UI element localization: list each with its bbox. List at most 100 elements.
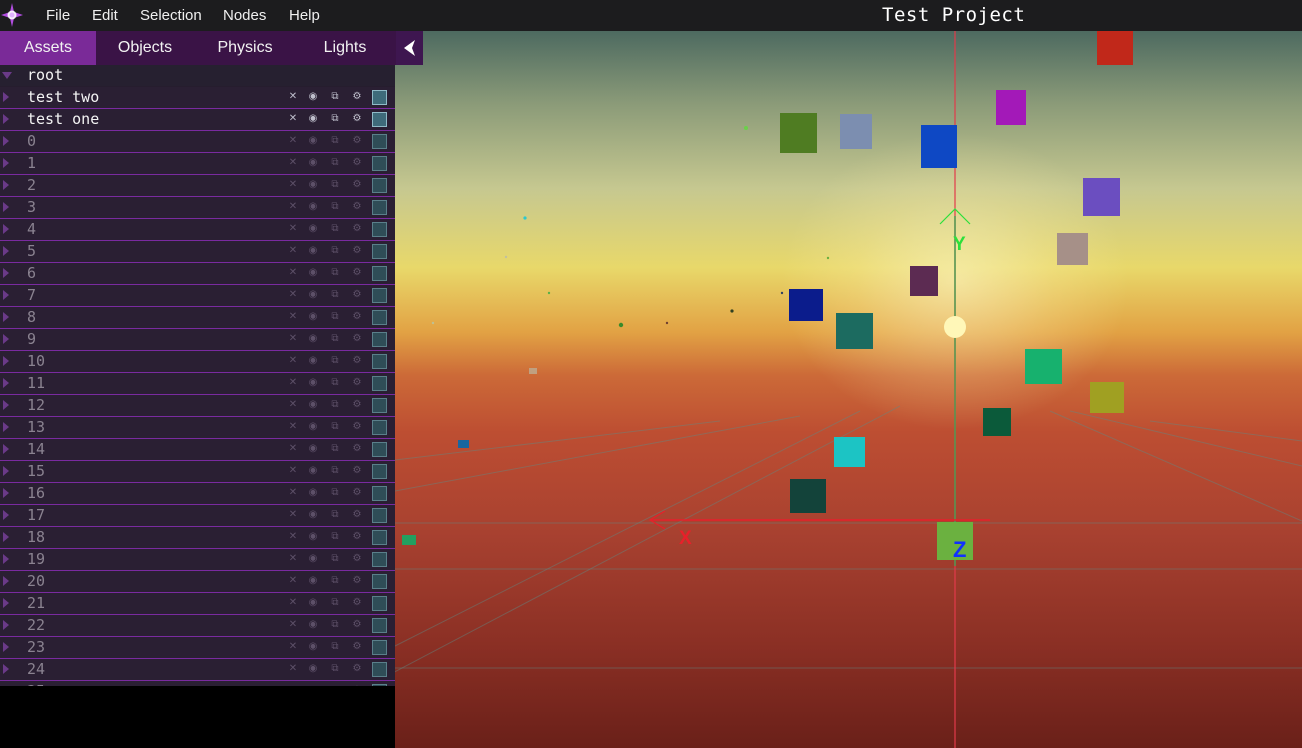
settings-gear-icon[interactable]: ⚙	[351, 333, 363, 345]
select-checkbox[interactable]	[372, 420, 387, 435]
tree-node-label[interactable]: 6	[27, 264, 36, 282]
select-checkbox[interactable]	[372, 90, 387, 105]
tree-node-label[interactable]: 12	[27, 396, 45, 414]
duplicate-icon[interactable]: ⧉	[329, 377, 341, 389]
cube[interactable]	[836, 313, 873, 349]
duplicate-icon[interactable]: ⧉	[329, 245, 341, 257]
settings-gear-icon[interactable]: ⚙	[351, 157, 363, 169]
delete-icon[interactable]: ✕	[287, 355, 299, 367]
tab-objects[interactable]: Objects	[96, 31, 194, 65]
expand-right-icon[interactable]	[3, 422, 9, 432]
duplicate-icon[interactable]: ⧉	[329, 355, 341, 367]
cube[interactable]	[921, 125, 957, 168]
delete-icon[interactable]: ✕	[287, 201, 299, 213]
select-checkbox[interactable]	[372, 530, 387, 545]
sun-light[interactable]	[944, 316, 966, 338]
delete-icon[interactable]: ✕	[287, 289, 299, 301]
tree-node[interactable]: 12 ✕ ◉ ⧉ ⚙	[0, 395, 395, 417]
visibility-eye-icon[interactable]: ◉	[307, 267, 319, 279]
cube[interactable]	[983, 408, 1011, 436]
tree-node[interactable]: 5 ✕ ◉ ⧉ ⚙	[0, 241, 395, 263]
tree-node[interactable]: 3 ✕ ◉ ⧉ ⚙	[0, 197, 395, 219]
expand-right-icon[interactable]	[3, 202, 9, 212]
expand-right-icon[interactable]	[3, 510, 9, 520]
tree-node[interactable]: test two ✕ ◉ ⧉ ⚙	[0, 87, 395, 109]
settings-gear-icon[interactable]: ⚙	[351, 531, 363, 543]
settings-gear-icon[interactable]: ⚙	[351, 201, 363, 213]
tree-node[interactable]: 6 ✕ ◉ ⧉ ⚙	[0, 263, 395, 285]
delete-icon[interactable]: ✕	[287, 135, 299, 147]
settings-gear-icon[interactable]: ⚙	[351, 509, 363, 521]
tree-node-label[interactable]: 24	[27, 660, 45, 678]
delete-icon[interactable]: ✕	[287, 553, 299, 565]
tree-node-label[interactable]: 5	[27, 242, 36, 260]
duplicate-icon[interactable]: ⧉	[329, 421, 341, 433]
expand-right-icon[interactable]	[3, 114, 9, 124]
settings-gear-icon[interactable]: ⚙	[351, 377, 363, 389]
settings-gear-icon[interactable]: ⚙	[351, 399, 363, 411]
expand-right-icon[interactable]	[3, 466, 9, 476]
expand-right-icon[interactable]	[3, 180, 9, 190]
settings-gear-icon[interactable]: ⚙	[351, 619, 363, 631]
select-checkbox[interactable]	[372, 640, 387, 655]
delete-icon[interactable]: ✕	[287, 509, 299, 521]
tree-node-label[interactable]: 4	[27, 220, 36, 238]
tree-node-label[interactable]: 7	[27, 286, 36, 304]
select-checkbox[interactable]	[372, 574, 387, 589]
duplicate-icon[interactable]: ⧉	[329, 91, 341, 103]
visibility-eye-icon[interactable]: ◉	[307, 663, 319, 675]
duplicate-icon[interactable]: ⧉	[329, 531, 341, 543]
tree-node[interactable]: 11 ✕ ◉ ⧉ ⚙	[0, 373, 395, 395]
duplicate-icon[interactable]: ⧉	[329, 179, 341, 191]
tree-node-label[interactable]: 2	[27, 176, 36, 194]
select-checkbox[interactable]	[372, 134, 387, 149]
select-checkbox[interactable]	[372, 508, 387, 523]
duplicate-icon[interactable]: ⧉	[329, 641, 341, 653]
duplicate-icon[interactable]: ⧉	[329, 289, 341, 301]
expand-right-icon[interactable]	[3, 92, 9, 102]
visibility-eye-icon[interactable]: ◉	[307, 91, 319, 103]
tree-node[interactable]: 0 ✕ ◉ ⧉ ⚙	[0, 131, 395, 153]
select-checkbox[interactable]	[372, 662, 387, 677]
visibility-eye-icon[interactable]: ◉	[307, 311, 319, 323]
expand-right-icon[interactable]	[3, 224, 9, 234]
cube[interactable]	[458, 440, 469, 448]
duplicate-icon[interactable]: ⧉	[329, 465, 341, 477]
expand-right-icon[interactable]	[3, 268, 9, 278]
duplicate-icon[interactable]: ⧉	[329, 487, 341, 499]
settings-gear-icon[interactable]: ⚙	[351, 553, 363, 565]
visibility-eye-icon[interactable]: ◉	[307, 443, 319, 455]
tree-node[interactable]: 13 ✕ ◉ ⧉ ⚙	[0, 417, 395, 439]
tree-node-label[interactable]: test two	[27, 88, 99, 106]
expand-right-icon[interactable]	[3, 246, 9, 256]
duplicate-icon[interactable]: ⧉	[329, 509, 341, 521]
select-checkbox[interactable]	[372, 112, 387, 127]
delete-icon[interactable]: ✕	[287, 597, 299, 609]
tree-node[interactable]: 17 ✕ ◉ ⧉ ⚙	[0, 505, 395, 527]
tree-node[interactable]: 10 ✕ ◉ ⧉ ⚙	[0, 351, 395, 373]
cube[interactable]	[529, 368, 537, 374]
expand-right-icon[interactable]	[3, 444, 9, 454]
duplicate-icon[interactable]: ⧉	[329, 333, 341, 345]
visibility-eye-icon[interactable]: ◉	[307, 179, 319, 191]
cube[interactable]	[840, 114, 872, 149]
visibility-eye-icon[interactable]: ◉	[307, 619, 319, 631]
duplicate-icon[interactable]: ⧉	[329, 311, 341, 323]
expand-right-icon[interactable]	[3, 664, 9, 674]
delete-icon[interactable]: ✕	[287, 179, 299, 191]
expand-right-icon[interactable]	[3, 532, 9, 542]
menu-nodes[interactable]: Nodes	[223, 7, 266, 24]
expand-right-icon[interactable]	[3, 356, 9, 366]
tree-node[interactable]: 20 ✕ ◉ ⧉ ⚙	[0, 571, 395, 593]
menu-selection[interactable]: Selection	[140, 7, 202, 24]
duplicate-icon[interactable]: ⧉	[329, 597, 341, 609]
expand-right-icon[interactable]	[3, 620, 9, 630]
visibility-eye-icon[interactable]: ◉	[307, 597, 319, 609]
visibility-eye-icon[interactable]: ◉	[307, 641, 319, 653]
select-checkbox[interactable]	[372, 552, 387, 567]
settings-gear-icon[interactable]: ⚙	[351, 575, 363, 587]
tree-node[interactable]: 7 ✕ ◉ ⧉ ⚙	[0, 285, 395, 307]
settings-gear-icon[interactable]: ⚙	[351, 311, 363, 323]
tree-node[interactable]: 1 ✕ ◉ ⧉ ⚙	[0, 153, 395, 175]
delete-icon[interactable]: ✕	[287, 91, 299, 103]
